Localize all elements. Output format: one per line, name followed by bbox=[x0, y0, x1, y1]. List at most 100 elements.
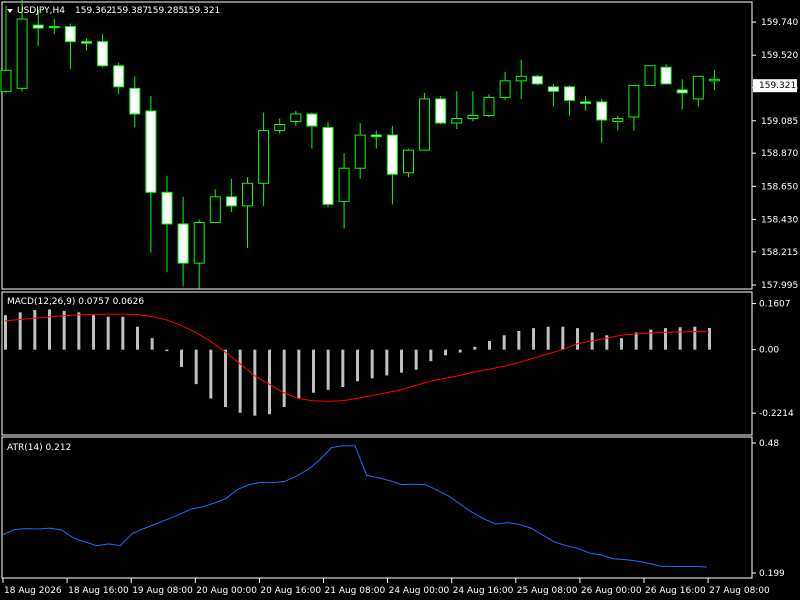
candle-body bbox=[547, 86, 559, 92]
candle-body bbox=[242, 182, 253, 207]
ohlc-high: 159.387 bbox=[111, 6, 148, 16]
candle-body bbox=[435, 98, 447, 124]
candle-body bbox=[129, 87, 141, 115]
candle-body bbox=[193, 221, 205, 264]
macd-bar bbox=[356, 349, 359, 382]
macd-bar bbox=[634, 332, 638, 350]
current-price-label: 159.321 bbox=[759, 81, 796, 91]
candle-body bbox=[451, 118, 463, 124]
macd-tick-label: 0.00 bbox=[759, 346, 779, 356]
macd-bar bbox=[561, 326, 565, 350]
trading-chart[interactable]: 159.740159.520159.305159.085158.870158.6… bbox=[0, 0, 800, 600]
candle-body bbox=[531, 75, 543, 85]
candle-body bbox=[596, 101, 608, 121]
macd-bar bbox=[532, 328, 535, 350]
price-tick-label: 158.215 bbox=[761, 248, 798, 258]
macd-bar bbox=[370, 349, 374, 379]
candle-body bbox=[225, 196, 237, 207]
candle-body bbox=[97, 41, 109, 67]
candle-body bbox=[290, 113, 302, 123]
candle-body bbox=[692, 75, 704, 100]
macd-tick-label: -0.2214 bbox=[759, 409, 794, 419]
macd-bar bbox=[708, 327, 711, 350]
macd-bar bbox=[341, 349, 345, 387]
price-tick-label: 158.650 bbox=[761, 182, 798, 192]
macd-bar bbox=[180, 349, 183, 367]
macd-bar bbox=[473, 346, 477, 350]
macd-bar bbox=[253, 349, 257, 416]
macd-bar bbox=[517, 331, 521, 350]
macd-bar bbox=[400, 349, 403, 373]
macd-bar bbox=[488, 341, 491, 350]
candle-body bbox=[113, 65, 125, 88]
candle-body bbox=[32, 24, 44, 29]
macd-bar bbox=[136, 326, 139, 350]
candle-body bbox=[612, 118, 624, 123]
macd-bar bbox=[121, 316, 125, 350]
macd-bar bbox=[209, 349, 213, 399]
price-tick-label: 157.995 bbox=[761, 281, 798, 291]
time-tick-label: 26 Aug 00:00 bbox=[581, 586, 642, 596]
candle-body bbox=[467, 114, 479, 120]
candle-body bbox=[0, 69, 12, 92]
macd-bar bbox=[664, 328, 667, 350]
price-tick-label: 159.520 bbox=[761, 51, 798, 61]
current-price-tag: 159.321 bbox=[753, 79, 797, 93]
time-tick-label: 24 Aug 16:00 bbox=[453, 586, 514, 596]
atr-label: ATR(14) 0.212 bbox=[7, 443, 71, 453]
price-tick-label: 159.085 bbox=[761, 117, 798, 127]
candle-body bbox=[48, 26, 60, 29]
time-tick-label: 19 Aug 08:00 bbox=[132, 586, 193, 596]
macd-bar bbox=[62, 310, 66, 350]
macd-bar bbox=[282, 349, 286, 408]
candle-body bbox=[16, 18, 28, 89]
macd-bar bbox=[238, 349, 242, 413]
candle-body bbox=[81, 41, 92, 44]
price-tick-label: 158.870 bbox=[761, 149, 798, 159]
macd-bar bbox=[414, 349, 418, 370]
macd-label: MACD(12,26,9) 0.0757 0.0626 bbox=[7, 297, 144, 307]
candle-body bbox=[499, 80, 511, 98]
macd-bar bbox=[429, 349, 433, 362]
candle-body bbox=[660, 66, 672, 85]
macd-bar bbox=[312, 349, 315, 393]
time-tick-label: 21 Aug 08:00 bbox=[325, 586, 386, 596]
candle-body bbox=[370, 134, 382, 138]
macd-bar bbox=[385, 349, 389, 376]
macd-bar bbox=[18, 312, 22, 350]
macd-tick-label: 0.1607 bbox=[759, 300, 791, 310]
candle-body bbox=[564, 86, 575, 101]
macd-bar bbox=[33, 310, 37, 350]
candle-body bbox=[483, 96, 495, 116]
candle-body bbox=[515, 75, 527, 82]
time-tick-label: 18 Aug 16:00 bbox=[68, 586, 129, 596]
macd-bar bbox=[576, 328, 579, 350]
candle-body bbox=[403, 149, 414, 174]
macd-bar bbox=[48, 309, 51, 350]
candle-body bbox=[177, 223, 189, 264]
macd-bar bbox=[326, 349, 330, 390]
ohlc-low: 159.285 bbox=[147, 6, 184, 16]
time-tick-label: 20 Aug 00:00 bbox=[196, 586, 257, 596]
time-tick-label: 20 Aug 16:00 bbox=[260, 586, 321, 596]
price-tick-label: 158.430 bbox=[761, 215, 798, 225]
atr-tick-label: 0.199 bbox=[759, 569, 785, 579]
macd-bar bbox=[194, 349, 198, 385]
candle-body bbox=[161, 191, 173, 225]
symbol-header: USDJPY,H4 159.362 159.387 159.285 159.32… bbox=[7, 6, 220, 16]
macd-bar bbox=[297, 349, 301, 399]
time-tick-label: 18 Aug 2026 bbox=[4, 586, 62, 596]
symbol-label: USDJPY,H4 bbox=[17, 6, 65, 16]
candle-body bbox=[64, 26, 76, 43]
candle-body bbox=[386, 134, 398, 175]
macd-bar bbox=[620, 338, 623, 350]
time-tick-label: 25 Aug 08:00 bbox=[517, 586, 578, 596]
macd-bar bbox=[92, 315, 95, 350]
candle-body bbox=[580, 101, 592, 104]
candle-body bbox=[644, 65, 656, 86]
ohlc-close: 159.321 bbox=[183, 6, 220, 16]
atr-tick-label: 0.48 bbox=[759, 439, 779, 449]
candle-body bbox=[338, 167, 350, 202]
candle-body bbox=[676, 89, 688, 94]
macd-bar bbox=[444, 349, 447, 356]
